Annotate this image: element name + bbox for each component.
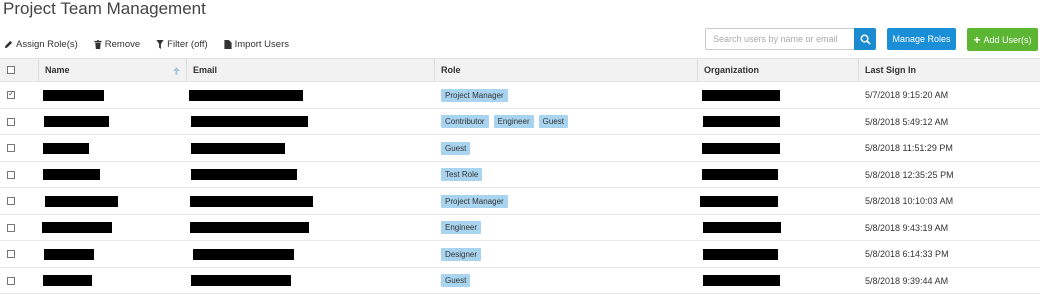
- funnel-icon: [156, 39, 164, 49]
- last-sign-in-cell: 5/8/2018 9:39:44 AM: [865, 275, 949, 286]
- row-checkbox[interactable]: [7, 89, 15, 99]
- users-table: Name Email Role Organization Last Sign I…: [0, 58, 1040, 294]
- search-icon: [860, 34, 871, 45]
- role-cell: Guest: [441, 135, 475, 161]
- organization-cell-redacted: [703, 275, 780, 286]
- add-users-label: Add User(s): [983, 34, 1032, 45]
- column-header-last-sign-in[interactable]: Last Sign In: [865, 59, 916, 82]
- last-sign-in-cell: 5/8/2018 11:51:29 PM: [865, 143, 953, 153]
- organization-cell-redacted: [702, 89, 780, 101]
- name-cell-redacted: [42, 222, 112, 233]
- row-checkbox[interactable]: [7, 170, 15, 179]
- row-checkbox[interactable]: [7, 197, 15, 205]
- row-checkbox[interactable]: [7, 223, 15, 232]
- search-input[interactable]: [705, 28, 854, 50]
- role-cell: Test Role: [441, 162, 487, 188]
- name-cell-redacted: [43, 89, 104, 101]
- name-cell-redacted: [44, 116, 109, 127]
- email-cell-redacted: [191, 142, 285, 154]
- search-button[interactable]: [854, 28, 876, 50]
- email-cell-redacted: [191, 169, 297, 180]
- document-icon: [224, 39, 232, 49]
- table-row[interactable]: Project Manager 5/7/2018 9:15:20 AM: [0, 82, 1040, 109]
- role-tag: Engineer: [493, 115, 534, 128]
- manage-roles-button[interactable]: Manage Roles: [887, 28, 956, 50]
- last-sign-in-cell: 5/8/2018 12:35:25 PM: [865, 169, 954, 180]
- organization-cell-redacted: [702, 142, 780, 154]
- last-sign-in-cell: 5/8/2018 10:10:03 AM: [865, 196, 954, 206]
- last-sign-in-cell: 5/8/2018 5:49:12 AM: [865, 116, 949, 127]
- organization-cell-redacted: [702, 169, 778, 180]
- email-cell-redacted: [191, 116, 308, 127]
- table-row[interactable]: Contributor Engineer Guest 5/8/2018 5:49:12…: [0, 109, 1040, 135]
- column-header-role[interactable]: Role: [441, 59, 461, 82]
- table-row[interactable]: Designer 5/8/2018 6:14:33 PM: [0, 241, 1040, 268]
- role-cell: Project Manager: [441, 82, 513, 108]
- email-cell-redacted: [190, 195, 313, 207]
- organization-cell-redacted: [703, 222, 781, 233]
- last-sign-in-cell: 5/7/2018 9:15:20 AM: [865, 90, 949, 100]
- import-users-button[interactable]: Import Users: [224, 39, 289, 50]
- role-cell: Contributor Engineer Guest: [441, 109, 573, 135]
- row-checkbox[interactable]: [7, 144, 15, 152]
- email-cell-redacted: [193, 248, 294, 260]
- organization-cell-redacted: [703, 116, 780, 127]
- name-cell-redacted: [44, 248, 94, 260]
- role-tag: Test Role: [441, 168, 483, 181]
- filter-button[interactable]: Filter (off): [156, 38, 208, 50]
- role-cell: Guest: [441, 268, 475, 294]
- role-tag: Project Manager: [441, 88, 508, 102]
- row-checkbox[interactable]: [7, 250, 15, 258]
- organization-cell-redacted: [703, 248, 778, 260]
- role-cell: Engineer: [441, 215, 486, 241]
- table-row[interactable]: Engineer 5/8/2018 9:43:19 AM: [0, 215, 1040, 241]
- sort-up-arrow-icon[interactable]: [173, 59, 180, 82]
- role-tag: Project Manager: [441, 194, 508, 208]
- remove-button[interactable]: Remove: [94, 39, 140, 50]
- trash-icon: [94, 39, 102, 49]
- name-cell-redacted: [45, 195, 118, 207]
- table-row[interactable]: Guest 5/8/2018 11:51:29 PM: [0, 135, 1040, 162]
- name-cell-redacted: [43, 169, 100, 180]
- table-row[interactable]: Project Manager 5/8/2018 10:10:03 AM: [0, 188, 1040, 215]
- organization-cell-redacted: [700, 195, 778, 207]
- table-body: Project Manager 5/7/2018 9:15:20 AM Contri…: [0, 82, 1040, 294]
- assign-roles-label: Assign Role(s): [16, 38, 78, 50]
- role-tag: Engineer: [441, 221, 482, 234]
- assign-roles-button[interactable]: Assign Role(s): [4, 39, 78, 50]
- role-tag: Guest: [538, 115, 568, 128]
- role-tag: Contributor: [441, 115, 489, 128]
- role-cell: Project Manager: [441, 188, 513, 214]
- last-sign-in-cell: 5/8/2018 9:43:19 AM: [865, 222, 949, 233]
- table-row[interactable]: Guest 5/8/2018 9:39:44 AM: [0, 268, 1040, 294]
- name-cell-redacted: [43, 275, 92, 286]
- email-cell-redacted: [189, 89, 303, 101]
- last-sign-in-cell: 5/8/2018 6:14:33 PM: [865, 249, 949, 259]
- import-users-label: Import Users: [234, 38, 289, 50]
- table-header: Name Email Role Organization Last Sign I…: [0, 58, 1040, 82]
- email-cell-redacted: [190, 222, 309, 233]
- row-checkbox[interactable]: [7, 276, 15, 285]
- role-tag: Guest: [441, 141, 471, 155]
- filter-label: Filter (off): [167, 38, 208, 50]
- role-tag: Designer: [441, 247, 482, 261]
- column-header-email[interactable]: Email: [193, 59, 217, 82]
- role-tag: Guest: [441, 274, 471, 287]
- pencil-icon: [4, 40, 13, 48]
- table-row[interactable]: Test Role 5/8/2018 12:35:25 PM: [0, 162, 1040, 188]
- page-title: Project Team Management: [3, 0, 206, 18]
- remove-label: Remove: [104, 38, 141, 50]
- role-cell: Designer: [441, 241, 486, 267]
- column-header-name[interactable]: Name: [45, 59, 70, 82]
- column-header-organization[interactable]: Organization: [704, 59, 759, 82]
- name-cell-redacted: [43, 142, 89, 154]
- plus-icon: +: [973, 32, 981, 47]
- select-all-checkbox[interactable]: [7, 66, 15, 74]
- toolbar: Assign Role(s) Remove Filter (off) Impor…: [4, 38, 305, 50]
- row-checkbox[interactable]: [7, 117, 15, 126]
- email-cell-redacted: [191, 275, 291, 286]
- add-users-button[interactable]: + Add User(s): [967, 28, 1038, 51]
